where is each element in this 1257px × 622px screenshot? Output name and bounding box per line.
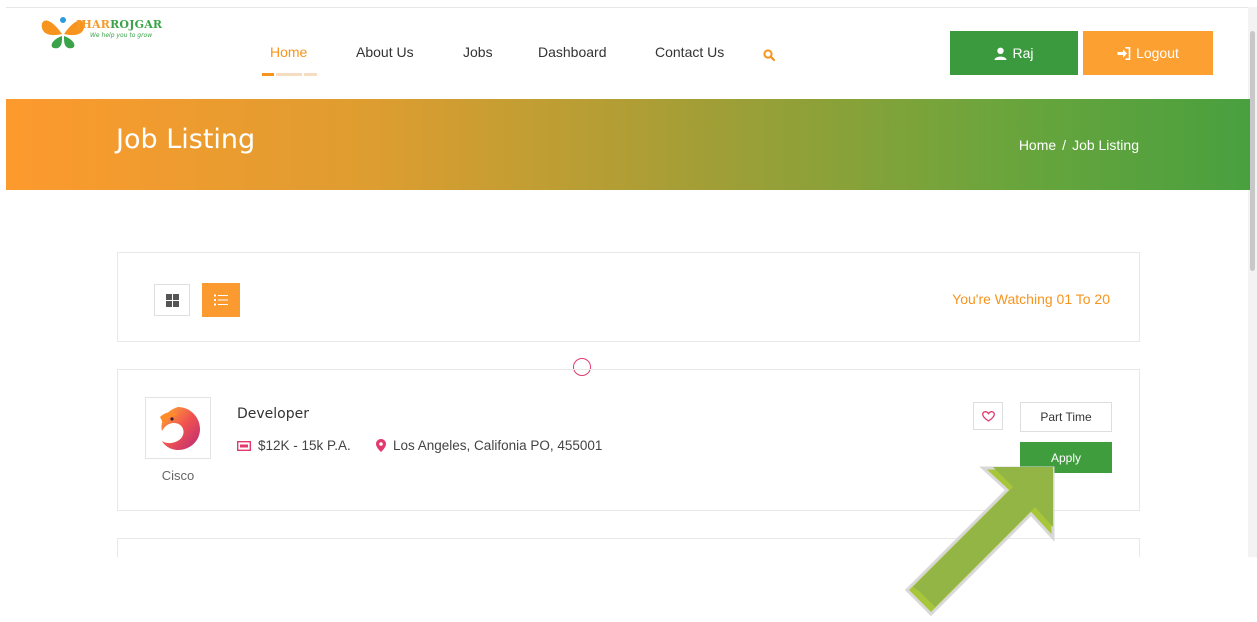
logout-label: Logout (1136, 45, 1179, 61)
nav-dashboard[interactable]: Dashboard (538, 44, 607, 60)
user-name-label: Raj (1012, 45, 1034, 61)
logo-wordmark: JHARROJGAR (76, 18, 163, 31)
job-salary: $12K - 15k P.A. (237, 438, 351, 453)
grid-view-button[interactable] (154, 284, 190, 316)
logout-button[interactable]: Logout (1083, 31, 1213, 75)
user-icon (994, 47, 1007, 60)
money-icon (237, 440, 251, 451)
header-top-border (6, 7, 1250, 8)
breadcrumb-home[interactable]: Home (1019, 137, 1056, 153)
listing-toolbar: You're Watching 01 To 20 (117, 252, 1140, 342)
page-title: Job Listing (116, 124, 256, 155)
company-logo[interactable] (145, 397, 211, 459)
nav-about-us[interactable]: About Us (356, 44, 414, 60)
page-scrollbar[interactable] (1248, 7, 1257, 557)
lion-logo-icon (160, 407, 200, 450)
logo-tagline: We help you to grow (90, 32, 153, 39)
grid-icon (165, 293, 179, 307)
list-icon (214, 294, 228, 306)
nav-home[interactable]: Home (270, 44, 307, 60)
scrollbar-thumb[interactable] (1250, 31, 1255, 271)
breadcrumb-current: Job Listing (1072, 137, 1139, 153)
active-nav-indicator (262, 73, 317, 76)
nav-contact-us[interactable]: Contact Us (655, 44, 724, 60)
location-text: Los Angeles, Califonia PO, 455001 (393, 438, 603, 453)
list-view-button[interactable] (202, 283, 240, 317)
salary-text: $12K - 15k P.A. (258, 438, 351, 453)
breadcrumb-separator: / (1062, 137, 1067, 153)
breadcrumb: Home / Job Listing (1019, 137, 1139, 153)
job-location: Los Angeles, Califonia PO, 455001 (376, 438, 602, 453)
results-range-text: You're Watching 01 To 20 (952, 291, 1110, 307)
map-marker-icon (376, 439, 386, 452)
nav-jobs[interactable]: Jobs (463, 44, 493, 60)
annotation-arrow-icon (905, 466, 1055, 617)
company-name: Cisco (161, 468, 195, 483)
job-type-badge: Part Time (1020, 402, 1112, 432)
job-title[interactable]: Developer (237, 406, 309, 422)
sign-in-icon (1117, 46, 1131, 60)
user-profile-button[interactable]: Raj (950, 31, 1078, 75)
heart-icon (981, 410, 995, 422)
favorite-button[interactable] (973, 402, 1003, 430)
search-icon[interactable] (763, 46, 776, 65)
page-banner: Job Listing Home / Job Listing (6, 99, 1250, 190)
site-logo[interactable]: JHARROJGAR We help you to grow (38, 12, 178, 52)
